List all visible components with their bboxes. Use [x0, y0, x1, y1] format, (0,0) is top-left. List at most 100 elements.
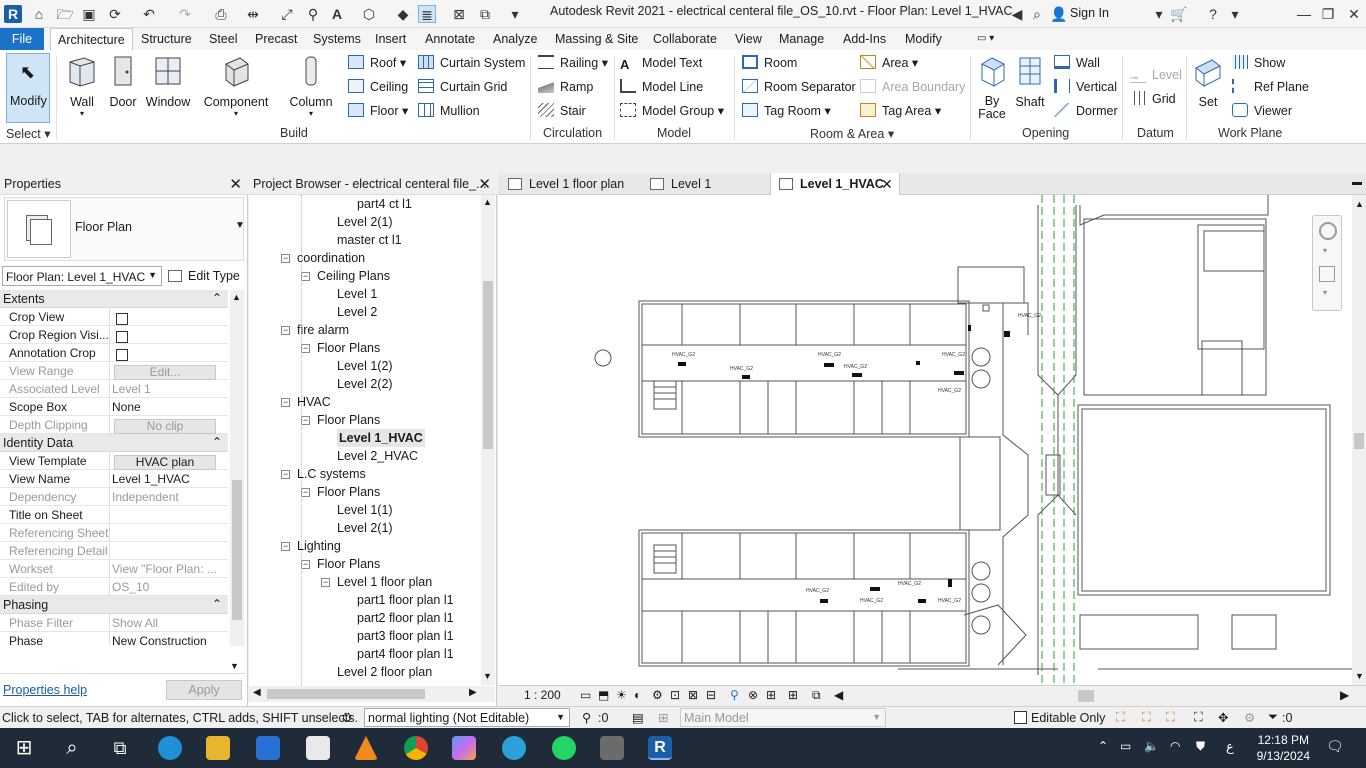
browser-item[interactable]: Floor Plans [317, 411, 380, 429]
prop-phase[interactable]: Phase New Construction [0, 632, 228, 646]
browser-item[interactable]: Ceiling Plans [317, 267, 390, 285]
by-face-button[interactable]: By Face [976, 54, 1008, 121]
detail-level-icon[interactable]: ▭ [580, 688, 591, 702]
save-icon[interactable]: ▣ [80, 5, 98, 23]
design-option-dropdown[interactable]: Main Model ▼ [680, 708, 886, 727]
scroll-right-icon[interactable]: ▶ [1340, 688, 1349, 702]
tray-chevron-icon[interactable]: ⌃ [1098, 739, 1108, 753]
search-left-icon[interactable]: ◀ [1008, 5, 1026, 23]
collapse-icon[interactable]: − [301, 560, 310, 569]
undo-icon[interactable]: ↶ [140, 5, 158, 23]
shadows-icon[interactable]: ◐ [634, 688, 641, 702]
editable-requests-icon[interactable]: ⚲ [582, 710, 591, 725]
vertical-opening-button[interactable]: Vertical [1054, 77, 1117, 97]
group-extents[interactable]: Extents ⌃ [0, 290, 228, 308]
browser-item[interactable]: part2 floor plan l1 [357, 609, 454, 627]
sign-in-dropdown-icon[interactable]: ▾ [1150, 5, 1168, 23]
view-range-edit-button[interactable]: Edit... [114, 365, 216, 380]
mullion-button[interactable]: Mullion [418, 101, 480, 121]
tab-add-ins[interactable]: Add-Ins [836, 28, 893, 50]
search-icon[interactable]: ⌕ [60, 736, 84, 760]
properties-help-link[interactable]: Properties help [3, 683, 87, 697]
browser-item[interactable]: Floor Plans [317, 555, 380, 573]
browser-item[interactable]: Level 1_HVAC [337, 429, 425, 447]
window-button[interactable]: Window [144, 54, 192, 109]
help-icon[interactable]: ? [1204, 5, 1222, 23]
view-scale[interactable]: 1 : 200 [524, 688, 561, 702]
chrome-icon[interactable] [404, 736, 428, 760]
collapse-icon[interactable]: − [281, 326, 290, 335]
room-separator-button[interactable]: Room Separator [742, 77, 856, 97]
tab-level-1-floor-plan[interactable]: Level 1 floor plan [500, 173, 640, 195]
tag-room-button[interactable]: Tag Room ▾ [742, 101, 831, 121]
switch-windows-icon[interactable]: ⧉ [476, 5, 494, 23]
curtain-grid-button[interactable]: Curtain Grid [418, 77, 507, 97]
tab-systems[interactable]: Systems [306, 28, 368, 50]
tab-insert[interactable]: Insert [368, 28, 413, 50]
browser-item[interactable]: Level 2(1) [337, 519, 393, 537]
instance-selector[interactable]: Floor Plan: Level 1_HVAC ▼ [2, 266, 162, 286]
apply-button[interactable]: Apply [166, 680, 242, 700]
tab-steel[interactable]: Steel [202, 28, 245, 50]
show-crop-icon[interactable]: ⊠ [688, 688, 698, 702]
highlight-displacement-icon[interactable]: ⧉ [812, 688, 821, 703]
collapse-icon[interactable]: − [281, 398, 290, 407]
browser-item[interactable]: Level 1 [337, 285, 377, 303]
type-selector[interactable]: Floor Plan ▼ [4, 197, 245, 261]
browser-item[interactable]: part4 floor plan l1 [357, 645, 454, 663]
browser-item[interactable]: Level 1(1) [337, 501, 393, 519]
select-underlay-icon[interactable]: ⛶ [1142, 710, 1151, 725]
zoom-region-icon[interactable] [1319, 266, 1335, 282]
help-dropdown-icon[interactable]: ▾ [1226, 5, 1244, 23]
viewer-button[interactable]: Viewer [1232, 101, 1292, 121]
set-work-plane-button[interactable]: Set [1192, 54, 1224, 109]
browser-item[interactable]: Lighting [297, 537, 341, 555]
copilot-icon[interactable] [452, 736, 476, 760]
volume-icon[interactable]: 🔈 [1144, 739, 1159, 753]
redo-icon[interactable]: ↷ [176, 5, 194, 23]
collapse-icon[interactable]: − [281, 542, 290, 551]
search-icon[interactable]: ⌕ [1028, 5, 1046, 23]
tabs-menu-icon[interactable]: ▬ [1352, 177, 1362, 188]
select-pinned-icon[interactable]: ⛶ [1166, 710, 1175, 725]
analytical-model-icon[interactable]: ⊞ [788, 688, 798, 702]
reveal-hidden-icon[interactable]: ⊗ [748, 688, 758, 702]
collapse-icon[interactable]: − [301, 272, 310, 281]
crop-view-icon[interactable]: ⊡ [670, 688, 680, 702]
tab-file[interactable]: File [0, 28, 44, 50]
crop-region-checkbox[interactable] [116, 331, 128, 343]
worksharing-display-icon[interactable]: ⊞ [766, 688, 776, 702]
browser-item[interactable]: fire alarm [297, 321, 349, 339]
browser-hscrollbar[interactable]: ◀ ▶ [249, 686, 495, 702]
security-icon[interactable]: ⛊ [1196, 739, 1205, 754]
whatsapp-icon[interactable] [552, 736, 576, 760]
revit-taskbar-icon[interactable]: R [648, 736, 672, 760]
browser-item[interactable]: part4 ct l1 [357, 195, 412, 213]
tab-massing-site[interactable]: Massing & Site [548, 28, 645, 50]
user-icon[interactable]: 👤 [1050, 5, 1068, 23]
shaft-button[interactable]: Shaft [1012, 54, 1048, 109]
crop-view-checkbox[interactable] [116, 313, 128, 325]
tab-annotate[interactable]: Annotate [418, 28, 482, 50]
drag-elements-icon[interactable]: ✥ [1218, 710, 1228, 725]
roof-button[interactable]: Roof ▾ [348, 53, 406, 73]
tab-level-1[interactable]: Level 1 [642, 173, 762, 195]
browser-item[interactable]: Floor Plans [317, 483, 380, 501]
thin-lines-icon[interactable]: ≣ [418, 5, 436, 23]
restore-button[interactable]: ❐ [1316, 4, 1340, 24]
close-button[interactable]: ✕ [1342, 4, 1366, 24]
view-template-button[interactable]: HVAC plan [114, 455, 216, 470]
close-tab-icon[interactable]: ✕ [881, 173, 893, 195]
browser-item[interactable]: part1 floor plan l1 [357, 591, 454, 609]
revit-logo-icon[interactable]: R [4, 5, 22, 23]
stair-button[interactable]: Stair [538, 101, 586, 121]
sync-icon[interactable]: ⟳ [106, 5, 124, 23]
scroll-down-icon[interactable]: ▼ [230, 661, 239, 671]
clock[interactable]: 12:18 PM 9/13/2024 [1257, 732, 1310, 764]
close-icon[interactable]: ✕ [229, 175, 242, 193]
model-group-button[interactable]: Model Group ▾ [620, 101, 724, 121]
browser-item[interactable]: master ct l1 [337, 231, 402, 249]
dormer-button[interactable]: Dormer [1054, 101, 1118, 121]
network-icon[interactable]: ▭ [1120, 739, 1131, 753]
tab-manage[interactable]: Manage [772, 28, 831, 50]
